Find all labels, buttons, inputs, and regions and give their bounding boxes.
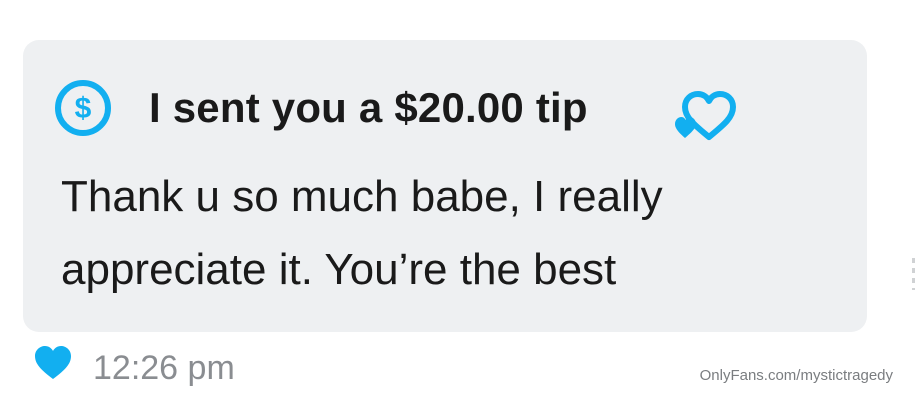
svg-text:$: $ <box>75 92 92 125</box>
message-time: 12:26 pm <box>93 349 235 387</box>
chat-screen: $ I sent you a $20.00 tip Thank u so muc… <box>0 0 915 400</box>
tip-row: $ I sent you a $20.00 tip <box>53 78 588 138</box>
message-bubble[interactable]: $ I sent you a $20.00 tip Thank u so muc… <box>23 40 867 332</box>
dollar-circle-icon: $ <box>53 78 113 138</box>
watermark: OnlyFans.com/mystictragedy <box>699 367 893 384</box>
hearts-icon <box>673 89 739 147</box>
heart-icon[interactable] <box>33 345 73 381</box>
tip-label: I sent you a $20.00 tip <box>149 84 588 131</box>
message-text: Thank u so much babe, I really appreciat… <box>61 172 663 294</box>
